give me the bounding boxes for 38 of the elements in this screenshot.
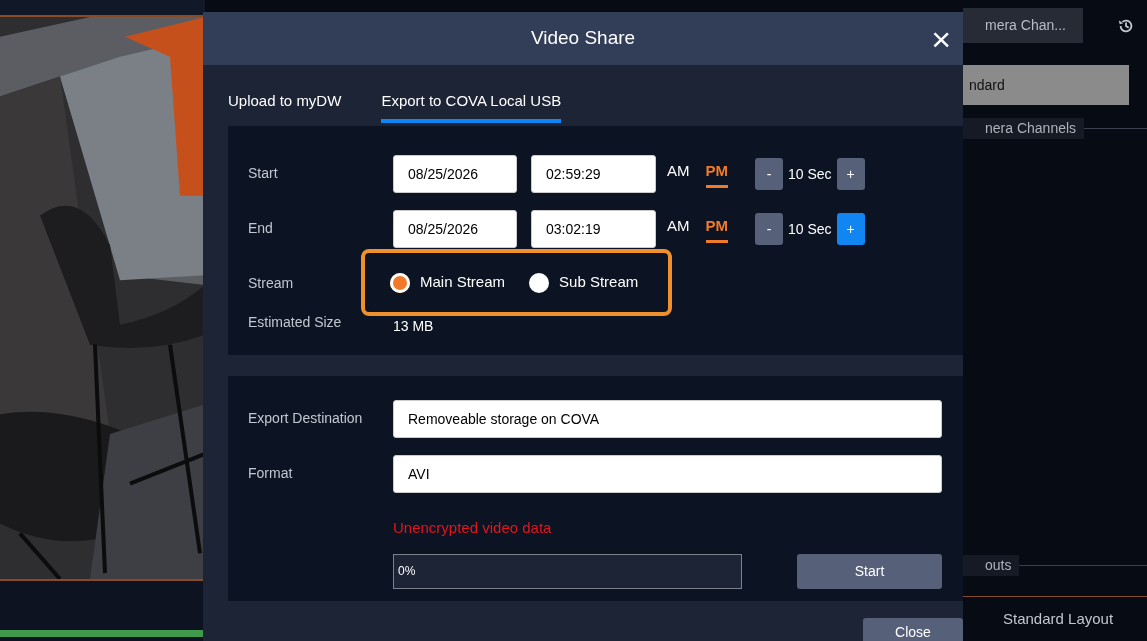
- close-button[interactable]: Close: [863, 618, 963, 641]
- tab[interactable]: Upload to myDW: [228, 89, 342, 123]
- close-button[interactable]: ×: [921, 22, 961, 56]
- radio-label: Main Stream: [420, 272, 506, 293]
- field-label: Format: [248, 464, 294, 483]
- camera-channels-tab[interactable]: mera Chan...: [963, 8, 1083, 43]
- radio-icon[interactable]: [529, 272, 550, 293]
- section-heading: nera Channels: [963, 118, 1085, 139]
- plus-button[interactable]: +: [836, 213, 865, 245]
- dialog-title: Video Share: [530, 26, 636, 51]
- date-field[interactable]: 08/25/2026: [393, 155, 517, 193]
- field-label: Start: [248, 164, 279, 183]
- select-field[interactable]: Removeable storage on COVA: [393, 400, 942, 438]
- minus-button[interactable]: -: [755, 158, 783, 190]
- meridiem-toggle[interactable]: PM: [705, 215, 728, 243]
- radio-label: Sub Stream: [559, 272, 639, 293]
- warning-text: Unencrypted video data: [393, 518, 553, 538]
- layout-select[interactable]: ndard: [963, 65, 1129, 105]
- start-button[interactable]: Start: [797, 553, 942, 589]
- field-label: Estimated Size: [248, 313, 343, 332]
- meridiem-toggle[interactable]: AM: [667, 215, 690, 243]
- minus-button[interactable]: -: [755, 213, 783, 245]
- meridiem-toggle[interactable]: PM: [705, 160, 728, 188]
- field-label: Stream: [248, 274, 295, 293]
- field-label: End: [248, 219, 274, 238]
- date-field[interactable]: 08/25/2026: [393, 210, 517, 248]
- step-label: 10 Sec: [788, 219, 832, 239]
- field-label: Export Destination: [248, 409, 364, 428]
- select-field[interactable]: AVI: [393, 455, 942, 493]
- plus-button[interactable]: +: [836, 158, 865, 190]
- section-heading: outs: [963, 555, 1020, 576]
- progress-text: 0%: [397, 563, 416, 580]
- radio-icon[interactable]: [390, 272, 410, 293]
- step-label: 10 Sec: [788, 164, 832, 184]
- time-field[interactable]: 02:59:29: [531, 155, 656, 193]
- time-field[interactable]: 03:02:19: [531, 210, 656, 248]
- size-value: 13 MB: [393, 317, 434, 336]
- meridiem-toggle[interactable]: AM: [667, 160, 690, 188]
